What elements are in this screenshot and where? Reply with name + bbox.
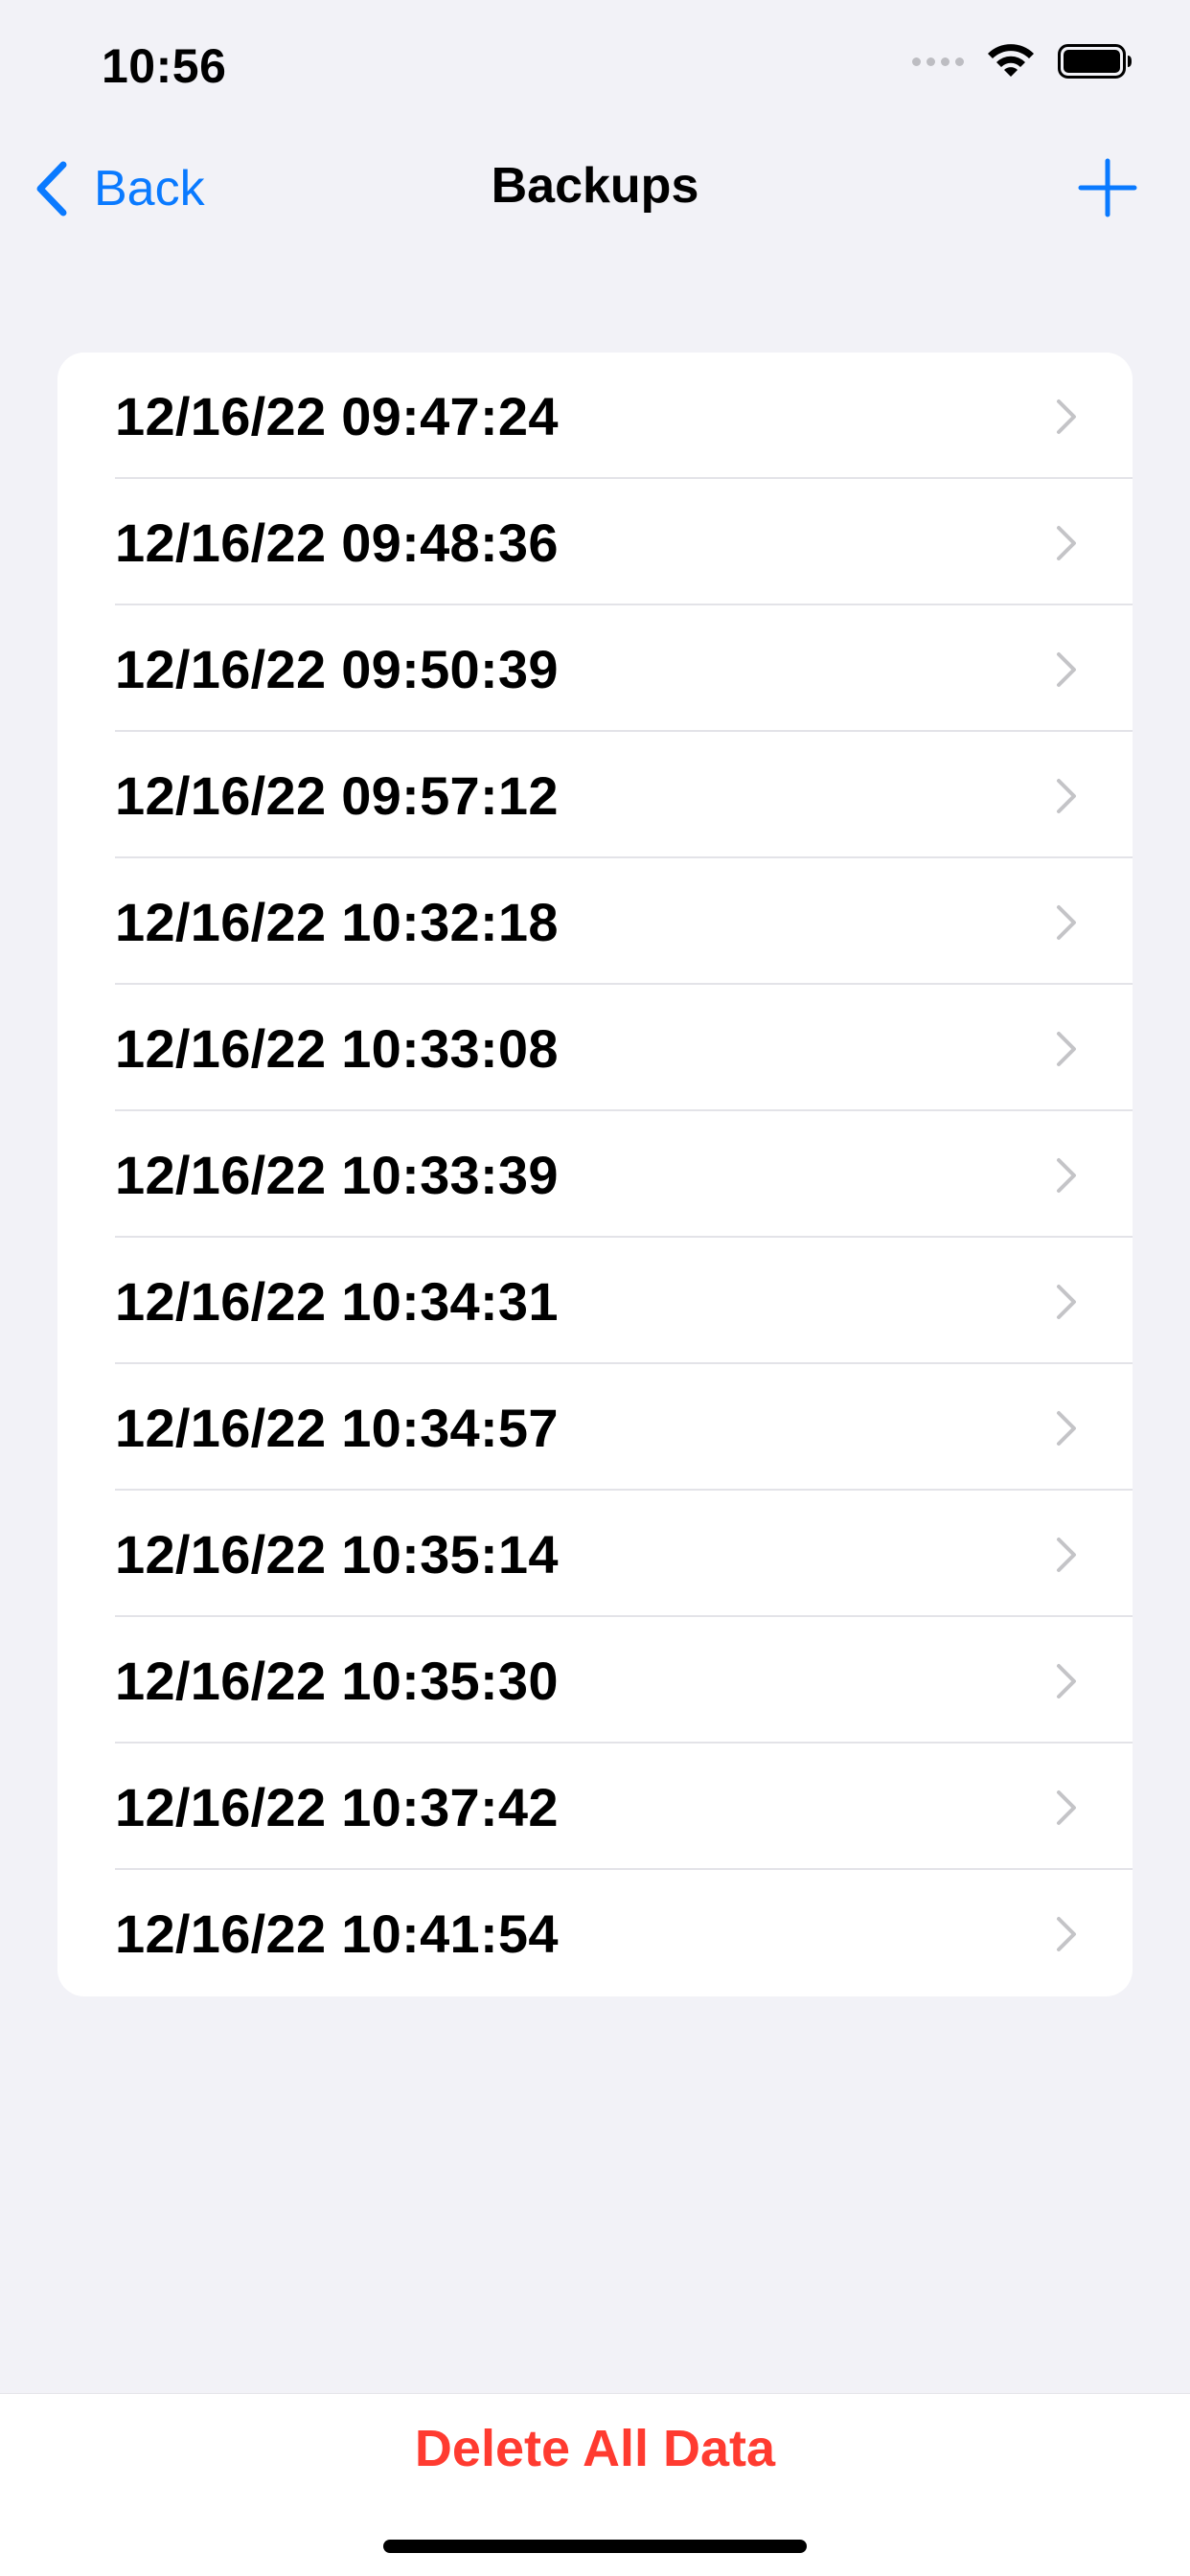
backup-row[interactable]: 12/16/22 09:47:24 xyxy=(57,353,1133,479)
status-bar: 10:56 xyxy=(0,0,1190,126)
chevron-right-icon xyxy=(1057,779,1076,813)
backup-timestamp: 12/16/22 10:35:14 xyxy=(115,1523,559,1584)
backup-row[interactable]: 12/16/22 10:35:14 xyxy=(57,1491,1133,1617)
backup-timestamp: 12/16/22 09:57:12 xyxy=(115,764,559,826)
chevron-right-icon xyxy=(1057,399,1076,434)
backup-row[interactable]: 12/16/22 10:33:39 xyxy=(57,1111,1133,1238)
backup-timestamp: 12/16/22 10:34:57 xyxy=(115,1397,559,1458)
chevron-right-icon xyxy=(1057,1664,1076,1698)
battery-icon xyxy=(1058,44,1132,79)
chevron-right-icon xyxy=(1057,1411,1076,1446)
chevron-right-icon xyxy=(1057,1538,1076,1572)
backup-row[interactable]: 12/16/22 09:57:12 xyxy=(57,732,1133,858)
backup-timestamp: 12/16/22 09:47:24 xyxy=(115,385,559,446)
backup-row[interactable]: 12/16/22 10:37:42 xyxy=(57,1744,1133,1870)
backup-timestamp: 12/16/22 09:50:39 xyxy=(115,638,559,699)
status-time: 10:56 xyxy=(102,39,227,93)
home-indicator xyxy=(383,2540,807,2553)
wifi-icon xyxy=(988,44,1034,77)
delete-all-data-button[interactable]: Delete All Data xyxy=(0,2419,1190,2478)
backup-row[interactable]: 12/16/22 10:34:57 xyxy=(57,1364,1133,1491)
backups-list: 12/16/22 09:47:24 12/16/22 09:48:36 12/1… xyxy=(57,353,1133,1996)
chevron-right-icon xyxy=(1057,1917,1076,1951)
backup-row[interactable]: 12/16/22 10:35:30 xyxy=(57,1617,1133,1744)
chevron-right-icon xyxy=(1057,1158,1076,1193)
backup-row[interactable]: 12/16/22 10:34:31 xyxy=(57,1238,1133,1364)
chevron-right-icon xyxy=(1057,652,1076,687)
backup-timestamp: 12/16/22 10:33:39 xyxy=(115,1144,559,1205)
backup-row[interactable]: 12/16/22 10:33:08 xyxy=(57,985,1133,1111)
backup-row[interactable]: 12/16/22 09:48:36 xyxy=(57,479,1133,605)
plus-icon[interactable] xyxy=(1075,155,1140,220)
backup-timestamp: 12/16/22 09:48:36 xyxy=(115,512,559,573)
backup-timestamp: 12/16/22 10:37:42 xyxy=(115,1776,559,1837)
backup-row[interactable]: 12/16/22 09:50:39 xyxy=(57,605,1133,732)
backup-timestamp: 12/16/22 10:34:31 xyxy=(115,1270,559,1332)
backup-row[interactable]: 12/16/22 10:32:18 xyxy=(57,858,1133,985)
bottom-toolbar: Delete All Data xyxy=(0,2393,1190,2576)
status-icons xyxy=(912,42,1133,80)
chevron-right-icon xyxy=(1057,905,1076,940)
backup-timestamp: 12/16/22 10:32:18 xyxy=(115,891,559,952)
backup-row[interactable]: 12/16/22 10:41:54 xyxy=(57,1870,1133,1996)
backup-timestamp: 12/16/22 10:33:08 xyxy=(115,1017,559,1079)
backup-timestamp: 12/16/22 10:35:30 xyxy=(115,1650,559,1711)
chevron-right-icon xyxy=(1057,1032,1076,1066)
page-title: Backups xyxy=(491,158,699,214)
cellular-signal-icon xyxy=(912,57,964,66)
chevron-right-icon xyxy=(1057,1285,1076,1319)
backup-timestamp: 12/16/22 10:41:54 xyxy=(115,1903,559,1964)
navigation-bar: Back Backups xyxy=(0,126,1190,253)
chevron-right-icon xyxy=(1057,1790,1076,1825)
chevron-right-icon xyxy=(1057,526,1076,560)
